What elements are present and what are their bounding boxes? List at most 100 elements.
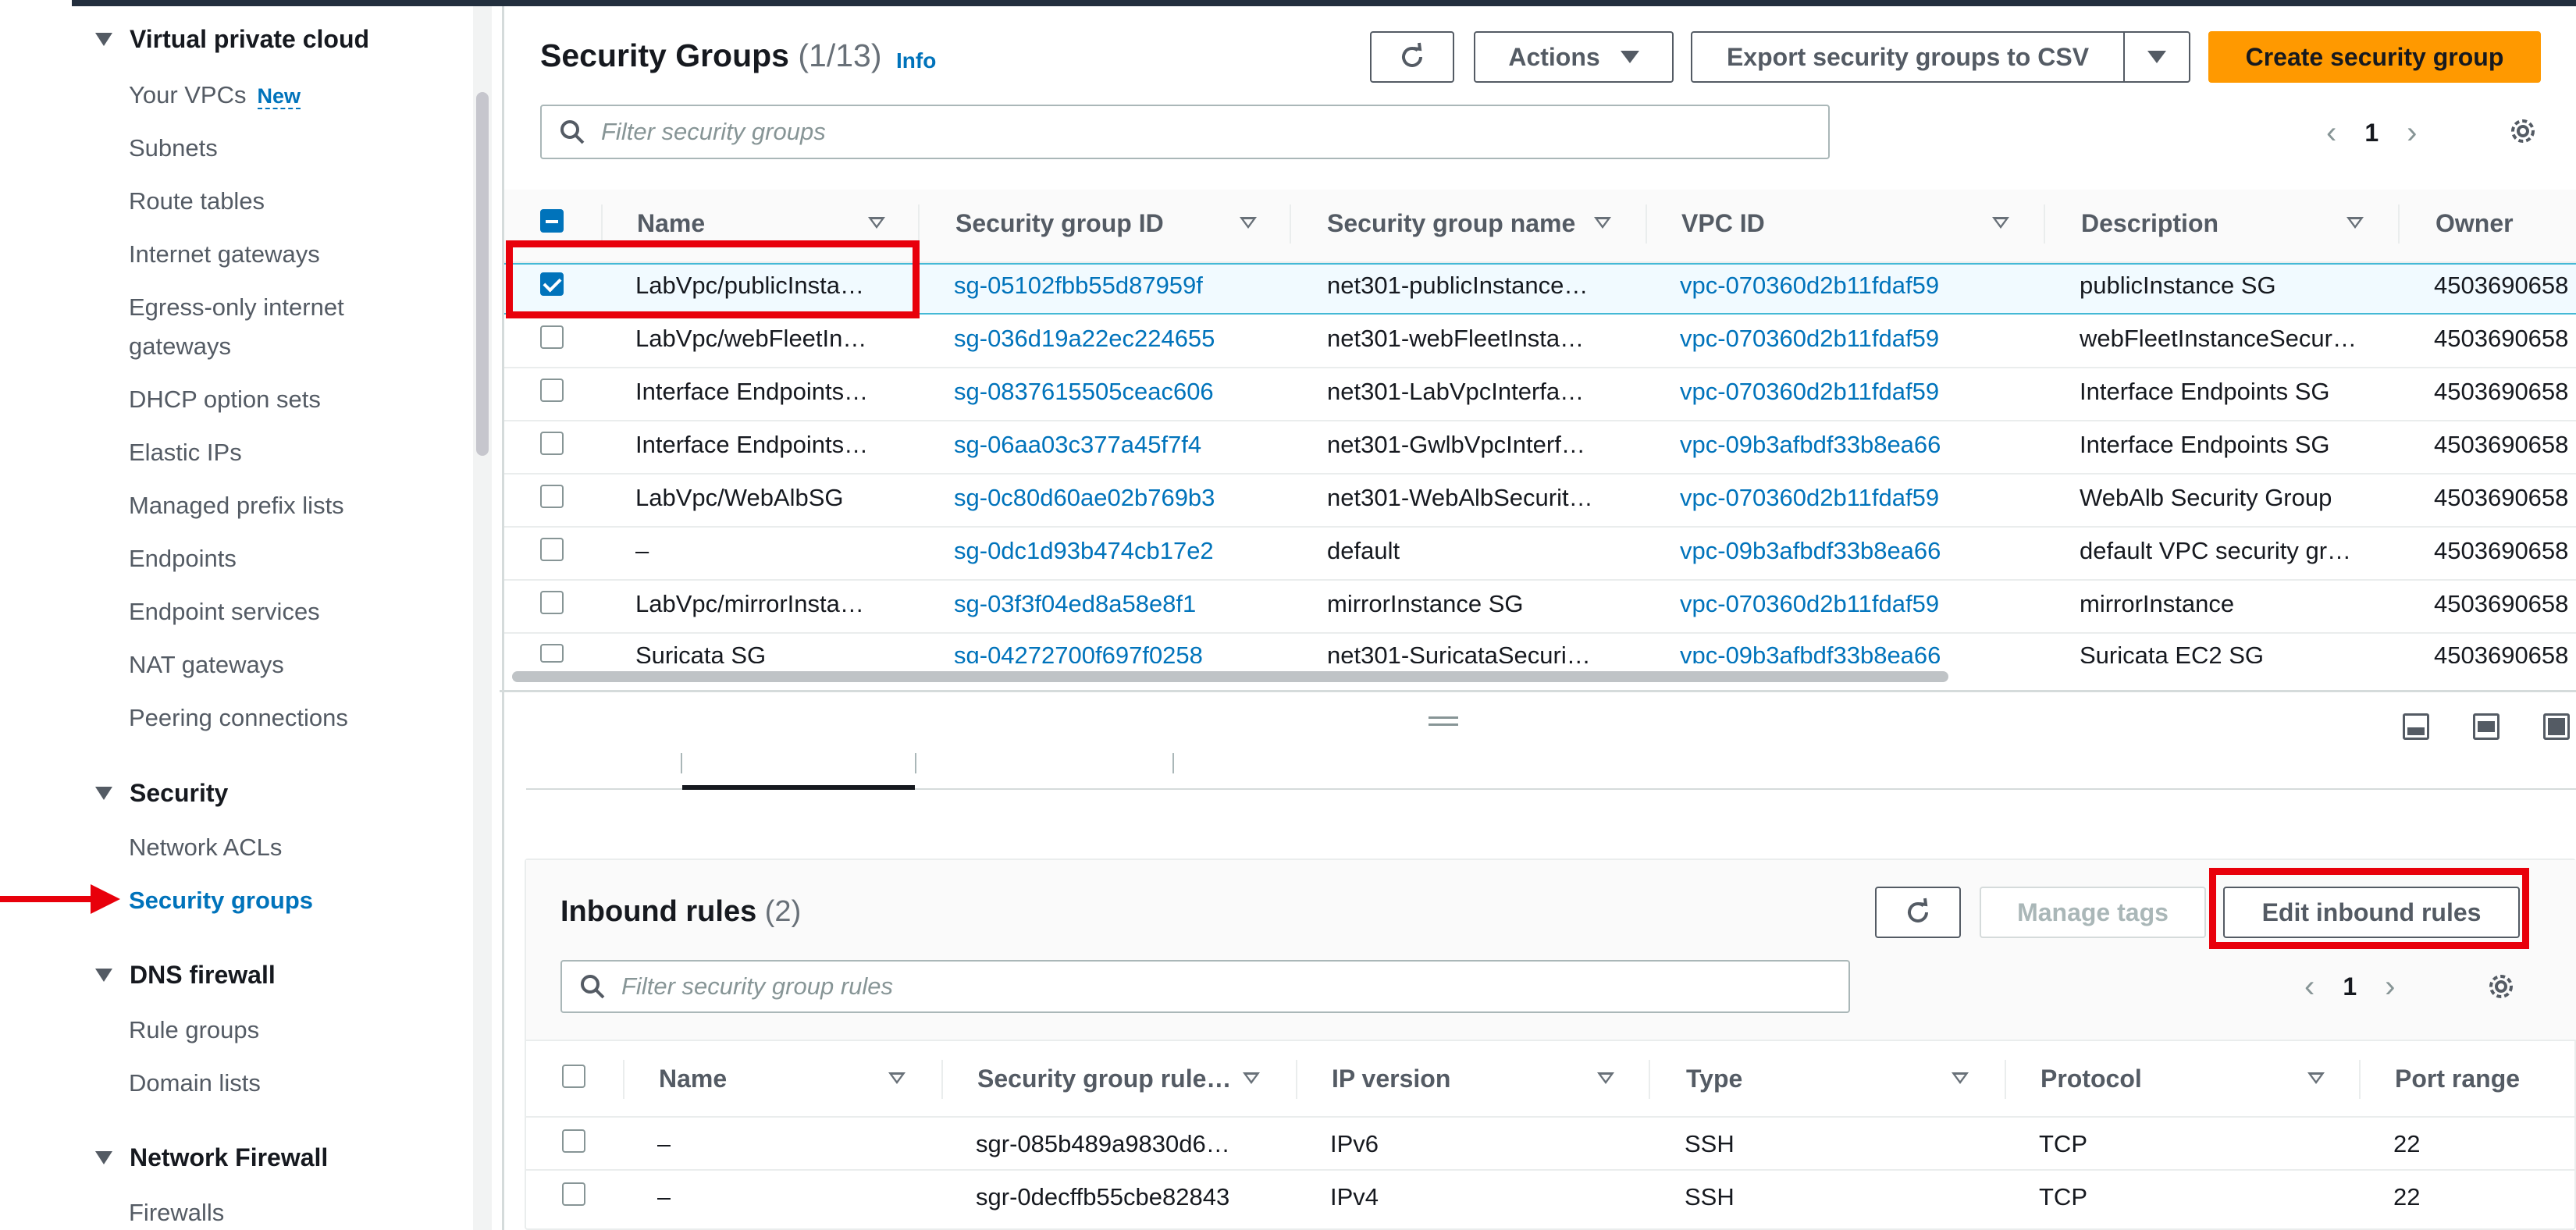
- cell-security-group-id-link[interactable]: sg-036d19a22ec224655: [954, 325, 1215, 353]
- sort-icon[interactable]: [2307, 1072, 2325, 1084]
- row-checkbox[interactable]: [540, 644, 564, 663]
- cell-owner: 4503690658: [2434, 431, 2569, 458]
- refresh-button[interactable]: [1370, 31, 1454, 83]
- split-bottom-view-icon[interactable]: [2403, 713, 2429, 740]
- sidebar-section-virtual-private-cloud[interactable]: Virtual private cloud: [95, 25, 369, 54]
- cell-vpc-id-link[interactable]: vpc-070360d2b11fdaf59: [1680, 325, 1939, 353]
- tab-active-indicator[interactable]: [682, 785, 915, 790]
- rule-row-checkbox[interactable]: [562, 1182, 585, 1206]
- cell-security-group-id-link[interactable]: sg-0dc1d93b474cb17e2: [954, 537, 1214, 565]
- column-header-port-range[interactable]: Port range: [2395, 1065, 2520, 1093]
- select-all-checkbox[interactable]: [540, 209, 564, 233]
- column-header-security-group-rule-id[interactable]: Security group rule…: [977, 1065, 1231, 1093]
- cell-vpc-id-link[interactable]: vpc-09b3afbdf33b8ea66: [1680, 537, 1941, 565]
- actions-button[interactable]: Actions: [1474, 31, 1674, 83]
- column-header-name[interactable]: Name: [637, 209, 705, 238]
- previous-page-icon[interactable]: ‹: [2326, 116, 2336, 151]
- sidebar-item-dhcp-option-sets[interactable]: DHCP option sets: [129, 380, 321, 419]
- next-page-icon[interactable]: ›: [2407, 116, 2417, 151]
- sidebar-item-network-acls[interactable]: Network ACLs: [129, 828, 282, 867]
- manage-tags-button[interactable]: Manage tags: [1980, 887, 2206, 938]
- sidebar-scrollbar-thumb[interactable]: [476, 92, 489, 456]
- row-checkbox[interactable]: [540, 538, 564, 561]
- column-header-owner[interactable]: Owner: [2435, 209, 2514, 238]
- sort-icon[interactable]: [1952, 1072, 1969, 1084]
- sidebar-item-your-vpcs[interactable]: Your VPCs New: [129, 76, 301, 116]
- row-checkbox[interactable]: [540, 379, 564, 402]
- previous-page-icon[interactable]: ‹: [2304, 969, 2314, 1004]
- cell-vpc-id-link[interactable]: vpc-09b3afbdf33b8ea66: [1680, 431, 1941, 459]
- sort-icon[interactable]: [868, 217, 885, 229]
- cell-name: LabVpc/WebAlbSG: [635, 484, 844, 511]
- filter-security-groups-search[interactable]: Filter security groups: [540, 105, 1830, 159]
- row-checkbox[interactable]: [540, 325, 564, 349]
- sidebar-item-nat-gateways[interactable]: NAT gateways: [129, 645, 284, 684]
- info-link[interactable]: Info: [896, 48, 936, 73]
- row-checkbox[interactable]: [540, 485, 564, 508]
- sidebar-item-firewalls[interactable]: Firewalls: [129, 1193, 224, 1230]
- sidebar-section-dns-firewall[interactable]: DNS firewall: [95, 961, 276, 990]
- cell-security-group-id-link[interactable]: sg-05102fbb55d87959f: [954, 272, 1203, 300]
- row-checkbox[interactable]: [540, 591, 564, 614]
- export-options-button[interactable]: [2123, 31, 2190, 83]
- cell-vpc-id-link[interactable]: vpc-070360d2b11fdaf59: [1680, 590, 1939, 618]
- column-header-security-group-name[interactable]: Security group name: [1327, 209, 1575, 238]
- sort-icon[interactable]: [1240, 217, 1257, 229]
- sort-icon[interactable]: [1597, 1072, 1614, 1084]
- sort-icon[interactable]: [1594, 217, 1611, 229]
- column-header-name[interactable]: Name: [659, 1065, 727, 1093]
- cell-vpc-id-link[interactable]: vpc-070360d2b11fdaf59: [1680, 378, 1939, 406]
- cell-vpc-id-link[interactable]: vpc-070360d2b11fdaf59: [1680, 272, 1939, 300]
- sort-icon[interactable]: [888, 1072, 906, 1084]
- sidebar-item-route-tables[interactable]: Route tables: [129, 182, 265, 221]
- sidebar-section-network-firewall[interactable]: Network Firewall: [95, 1143, 328, 1172]
- cell-security-group-id-link[interactable]: sg-04272700f697f0258: [954, 642, 1203, 663]
- split-side-view-icon[interactable]: [2473, 713, 2500, 740]
- column-header-ip-version[interactable]: IP version: [1332, 1065, 1450, 1093]
- column-header-description[interactable]: Description: [2081, 209, 2218, 238]
- inbound-refresh-button[interactable]: [1875, 887, 1961, 938]
- column-header-type[interactable]: Type: [1686, 1065, 1742, 1093]
- sidebar-item-endpoint-services[interactable]: Endpoint services: [129, 592, 320, 631]
- create-security-group-button[interactable]: Create security group: [2208, 31, 2541, 83]
- drag-handle-icon[interactable]: [1429, 716, 1458, 726]
- rule-row-checkbox[interactable]: [562, 1129, 585, 1153]
- sort-icon[interactable]: [1992, 217, 2009, 229]
- select-all-rules-checkbox[interactable]: [562, 1065, 585, 1088]
- table-horizontal-scrollbar-thumb[interactable]: [512, 671, 1948, 682]
- sidebar-item-egress-only-internet-gateways-line2[interactable]: gateways: [129, 327, 231, 366]
- cell-security-group-name: net301-webFleetInsta…: [1327, 325, 1585, 352]
- page-number[interactable]: 1: [2364, 119, 2379, 148]
- sidebar-item-rule-groups[interactable]: Rule groups: [129, 1011, 259, 1050]
- fullscreen-view-icon[interactable]: [2543, 713, 2570, 740]
- sidebar-item-peering-connections[interactable]: Peering connections: [129, 699, 348, 738]
- column-header-security-group-id[interactable]: Security group ID: [955, 209, 1164, 238]
- cell-security-group-id-link[interactable]: sg-06aa03c377a45f7f4: [954, 431, 1201, 459]
- page-number[interactable]: 1: [2343, 972, 2357, 1001]
- cell-vpc-id-link[interactable]: vpc-070360d2b11fdaf59: [1680, 484, 1939, 512]
- sidebar-item-subnets[interactable]: Subnets: [129, 129, 218, 168]
- sidebar-item-managed-prefix-lists[interactable]: Managed prefix lists: [129, 486, 344, 525]
- filter-security-group-rules-search[interactable]: Filter security group rules: [560, 960, 1850, 1013]
- sidebar-item-egress-only-internet-gateways[interactable]: Egress-only internet: [129, 288, 344, 327]
- column-header-vpc-id[interactable]: VPC ID: [1681, 209, 1765, 238]
- cell-security-group-id-link[interactable]: sg-0c80d60ae02b769b3: [954, 484, 1215, 512]
- sidebar-item-endpoints[interactable]: Endpoints: [129, 539, 237, 578]
- sort-icon[interactable]: [1243, 1072, 1260, 1084]
- sidebar-item-elastic-ips[interactable]: Elastic IPs: [129, 433, 242, 472]
- export-csv-button[interactable]: Export security groups to CSV: [1691, 31, 2125, 83]
- sidebar-item-internet-gateways[interactable]: Internet gateways: [129, 235, 320, 274]
- cell-security-group-id-link[interactable]: sg-0837615505ceac606: [954, 378, 1214, 406]
- next-page-icon[interactable]: ›: [2385, 969, 2395, 1004]
- sort-icon[interactable]: [2347, 217, 2364, 229]
- cell-vpc-id-link[interactable]: vpc-09b3afbdf33b8ea66: [1680, 642, 1941, 663]
- settings-gear-icon[interactable]: [2485, 971, 2517, 1002]
- row-checkbox[interactable]: [540, 432, 564, 455]
- settings-gear-icon[interactable]: [2507, 116, 2539, 147]
- caret-down-icon: [95, 1151, 112, 1164]
- column-header-protocol[interactable]: Protocol: [2041, 1065, 2142, 1093]
- sidebar-item-security-groups[interactable]: Security groups: [129, 881, 313, 920]
- cell-security-group-id-link[interactable]: sg-03f3f04ed8a58e8f1: [954, 590, 1196, 618]
- sidebar-section-security[interactable]: Security: [95, 779, 228, 808]
- sidebar-item-domain-lists[interactable]: Domain lists: [129, 1064, 261, 1103]
